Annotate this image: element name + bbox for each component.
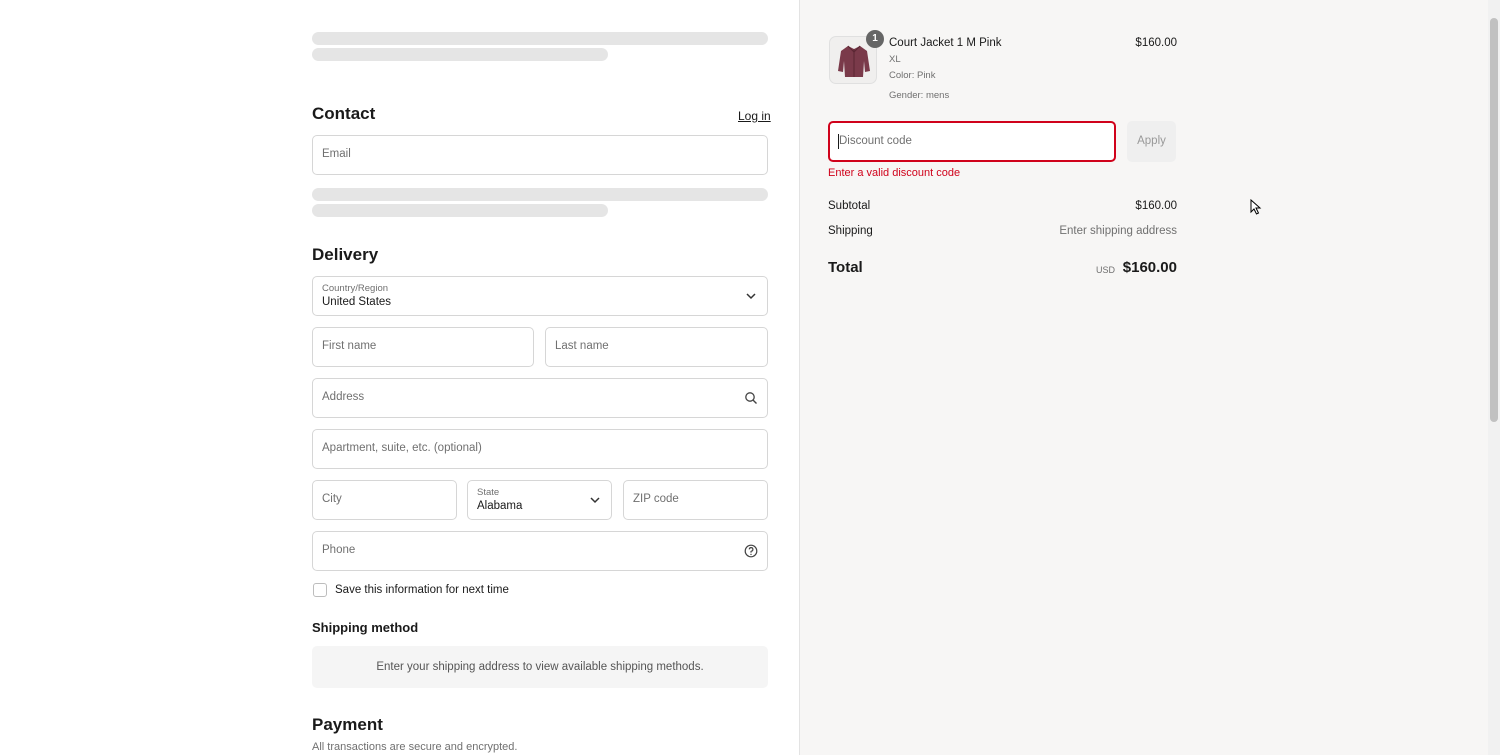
- payment-subtitle: All transactions are secure and encrypte…: [312, 741, 518, 753]
- apply-button[interactable]: Apply: [1127, 121, 1176, 162]
- state-select[interactable]: State Alabama: [467, 480, 612, 520]
- city-placeholder: City: [322, 493, 342, 505]
- shipping-value: Enter shipping address: [1059, 225, 1177, 237]
- delivery-heading: Delivery: [312, 245, 379, 264]
- scrollbar-thumb[interactable]: [1490, 18, 1498, 422]
- country-label: Country/Region: [322, 283, 389, 294]
- total-label: Total: [828, 259, 863, 276]
- email-placeholder: Email: [322, 148, 351, 160]
- scrollbar[interactable]: [1488, 0, 1500, 755]
- discount-error: Enter a valid discount code: [828, 167, 961, 179]
- payment-heading: Payment: [312, 715, 383, 734]
- discount-placeholder: Discount code: [839, 135, 912, 147]
- product-price: $160.00: [1135, 37, 1177, 49]
- email-field[interactable]: Email: [312, 135, 768, 175]
- address-placeholder: Address: [322, 391, 365, 403]
- checkout-form-panel: Contact Log in Email Delivery Country/Re…: [0, 0, 799, 755]
- discount-code-input[interactable]: Discount code: [828, 121, 1116, 162]
- shipping-label: Shipping: [828, 225, 873, 237]
- order-summary-panel: [799, 0, 1488, 755]
- product-size: XL: [889, 54, 901, 65]
- login-link[interactable]: Log in: [738, 109, 771, 123]
- skeleton-bar: [312, 32, 768, 45]
- question-circle-icon[interactable]: [744, 544, 758, 558]
- skeleton-bar: [312, 48, 608, 61]
- zip-placeholder: ZIP code: [633, 493, 679, 505]
- apartment-field[interactable]: Apartment, suite, etc. (optional): [312, 429, 768, 469]
- skeleton-bar: [312, 188, 768, 201]
- last-name-field[interactable]: Last name: [545, 327, 768, 367]
- save-info-checkbox[interactable]: [313, 583, 327, 597]
- subtotal-value: $160.00: [1135, 200, 1177, 212]
- shipping-method-heading: Shipping method: [312, 620, 419, 635]
- address-field[interactable]: Address: [312, 378, 768, 418]
- state-label: State: [477, 487, 500, 498]
- total-value: $160.00: [1122, 259, 1177, 276]
- chevron-down-icon: [590, 497, 600, 504]
- phone-placeholder: Phone: [322, 544, 356, 556]
- save-info-label: Save this information for next time: [335, 584, 509, 596]
- skeleton-bar: [312, 204, 608, 217]
- phone-field[interactable]: Phone: [312, 531, 768, 571]
- subtotal-label: Subtotal: [828, 200, 871, 212]
- first-name-field[interactable]: First name: [312, 327, 534, 367]
- zip-field[interactable]: ZIP code: [623, 480, 768, 520]
- product-color: Color: Pink: [889, 70, 936, 81]
- product-name: Court Jacket 1 M Pink: [889, 37, 1002, 49]
- last-name-placeholder: Last name: [555, 340, 609, 352]
- search-icon: [745, 392, 757, 404]
- city-field[interactable]: City: [312, 480, 457, 520]
- state-value: Alabama: [477, 500, 523, 512]
- shipping-method-notice: Enter your shipping address to view avai…: [312, 646, 768, 688]
- total-currency: USD: [1096, 265, 1116, 275]
- mouse-cursor-icon: [1250, 199, 1262, 215]
- country-select[interactable]: Country/Region United States: [312, 276, 768, 316]
- product-gender: Gender: mens: [889, 90, 950, 101]
- contact-heading: Contact: [312, 104, 376, 123]
- apartment-placeholder: Apartment, suite, etc. (optional): [322, 442, 482, 454]
- quantity-badge: 1: [866, 30, 884, 48]
- first-name-placeholder: First name: [322, 340, 377, 352]
- country-value: United States: [322, 296, 392, 308]
- chevron-down-icon: [746, 293, 756, 300]
